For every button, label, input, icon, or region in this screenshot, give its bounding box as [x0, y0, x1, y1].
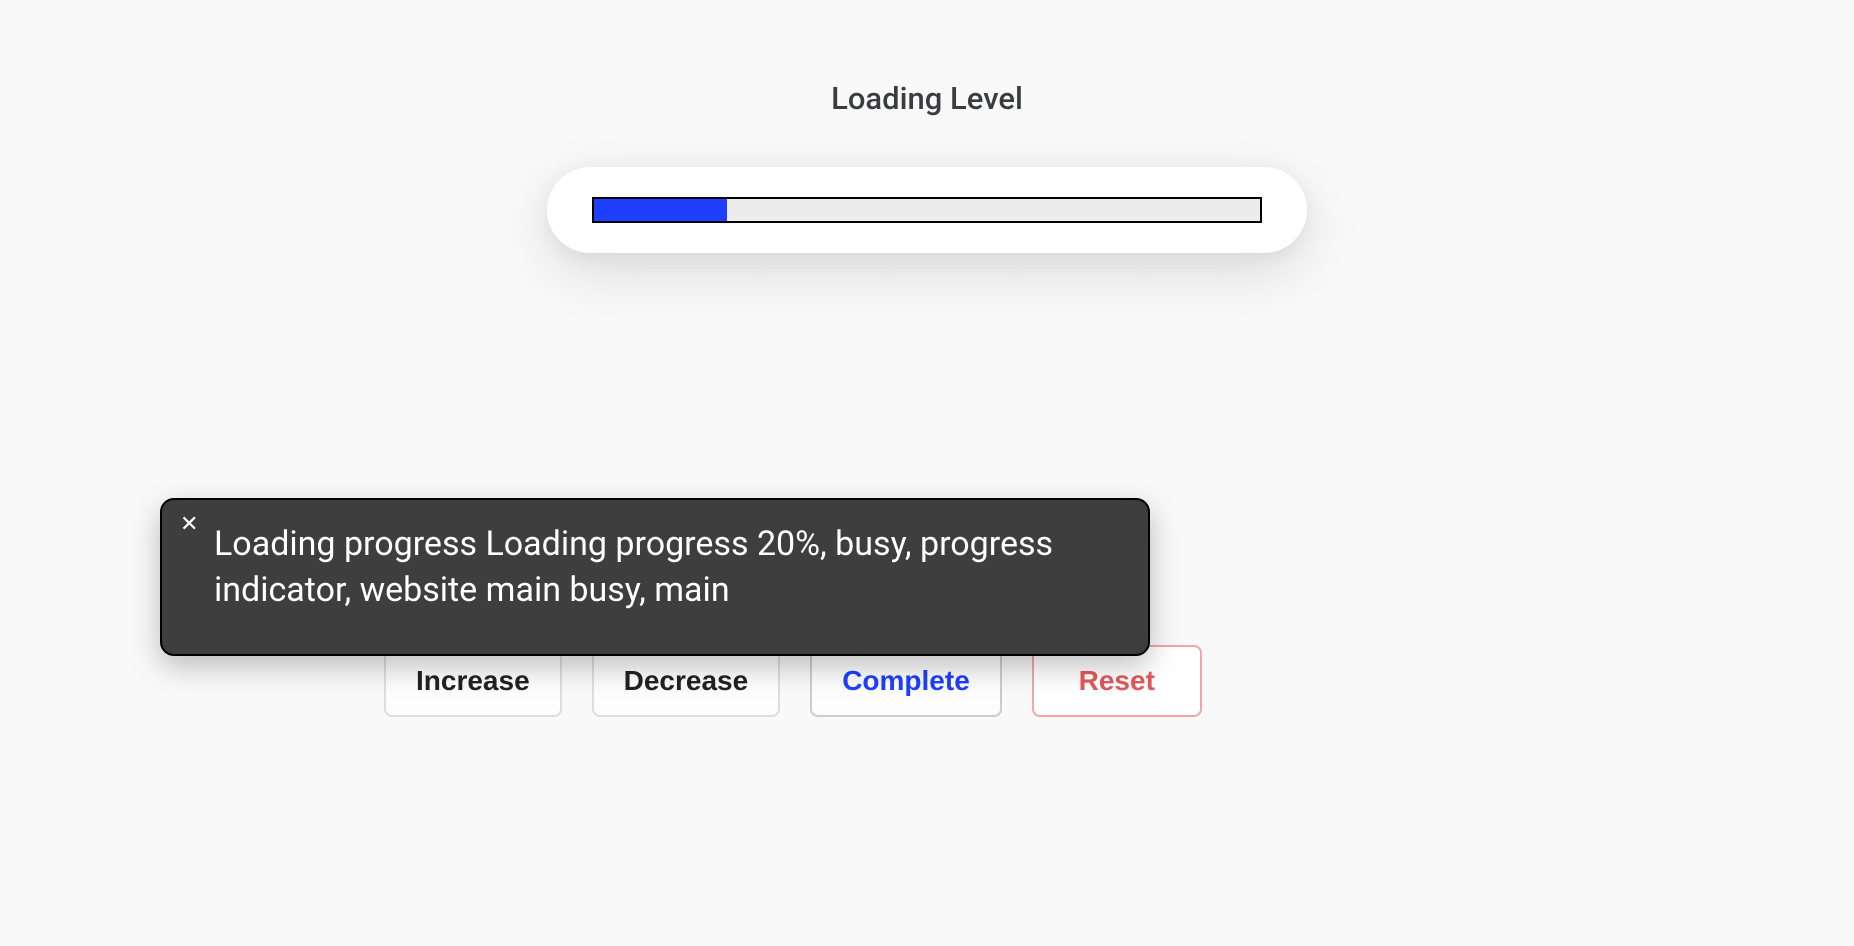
decrease-button[interactable]: Decrease — [592, 645, 781, 717]
accessibility-tooltip: ✕ Loading progress Loading progress 20%,… — [160, 498, 1150, 656]
increase-button[interactable]: Increase — [384, 645, 562, 717]
page-heading: Loading Level — [831, 80, 1023, 117]
progress-fill — [594, 199, 727, 221]
reset-button[interactable]: Reset — [1032, 645, 1202, 717]
close-icon[interactable]: ✕ — [180, 514, 198, 536]
progress-bar — [592, 197, 1262, 223]
complete-button[interactable]: Complete — [810, 645, 1002, 717]
tooltip-text: Loading progress Loading progress 20%, b… — [214, 524, 1053, 610]
progress-card — [547, 167, 1307, 253]
button-row: Increase Decrease Complete Reset — [384, 645, 1202, 717]
main-container: Loading Level — [0, 0, 1854, 253]
